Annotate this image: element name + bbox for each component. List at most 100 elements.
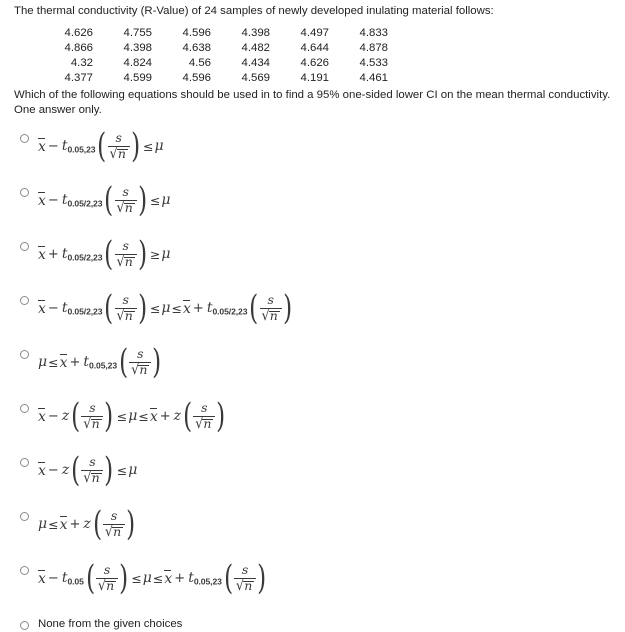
relation-right: ≤ bbox=[152, 570, 164, 586]
relation-left: ≤ bbox=[131, 570, 142, 586]
answer-option-3[interactable]: x + t 0.05/2,23 ( s √ n ) ≥ μ bbox=[0, 236, 625, 290]
table-row: 4.377 4.599 4.596 4.569 4.191 4.461 bbox=[34, 71, 388, 86]
radio-button-icon-9[interactable] bbox=[20, 566, 29, 575]
left-paren: ( bbox=[104, 180, 114, 221]
answer-option-4[interactable]: x − t 0.05/2,23 ( s √ n ) ≤ μ ≤ x + t 0.… bbox=[0, 290, 625, 344]
data-cell: 4.56 bbox=[188, 57, 211, 69]
sqrt-group: √ n bbox=[116, 199, 135, 215]
standard-error-fraction-2: ( s √ n ) bbox=[222, 561, 269, 596]
radicand-n: n bbox=[105, 577, 117, 593]
data-cell: 4.833 bbox=[359, 27, 388, 39]
option-7-formula: x − z ( s √ n ) ≤ μ bbox=[38, 450, 138, 491]
standard-error-fraction: ( s √ n ) bbox=[102, 180, 149, 221]
answer-option-1[interactable]: x − t 0.05,23 ( s √ n ) ≤ μ bbox=[0, 128, 625, 182]
answer-option-6[interactable]: x − z ( s √ n ) ≤ μ ≤ x + z (s √ n) bbox=[0, 398, 625, 452]
radicand-n: n bbox=[202, 415, 214, 431]
answer-option-7[interactable]: x − z ( s √ n ) ≤ μ bbox=[0, 452, 625, 506]
relation: ≤ bbox=[48, 354, 59, 370]
data-cell: 4.191 bbox=[300, 72, 329, 84]
radicand-n: n bbox=[90, 415, 102, 431]
numerator-s: s bbox=[89, 400, 96, 415]
option-9-formula: x − t 0.05 ( s √ n ) ≤ μ ≤ x + t 0.05,23… bbox=[38, 561, 269, 596]
z-statistic: z bbox=[83, 516, 91, 533]
fraction: s √ n bbox=[232, 562, 258, 593]
radicand-n: n bbox=[116, 145, 128, 161]
radio-button-icon-10[interactable] bbox=[20, 621, 29, 630]
standard-error-fraction: ( s √ n ) bbox=[102, 237, 149, 272]
left-paren: ( bbox=[249, 288, 259, 329]
radio-button-icon-4[interactable] bbox=[20, 296, 29, 305]
right-paren: ) bbox=[152, 342, 162, 383]
relation: ≤ bbox=[116, 462, 128, 478]
sqrt-group: √ n bbox=[116, 254, 135, 269]
answer-option-9[interactable]: x − t 0.05 ( s √ n ) ≤ μ ≤ x + t 0.05,23… bbox=[0, 560, 625, 614]
relation: ≤ bbox=[149, 192, 161, 208]
data-cell: 4.626 bbox=[300, 57, 329, 69]
numerator-s: s bbox=[241, 562, 249, 577]
radicand-n: n bbox=[112, 523, 124, 539]
radio-button-icon-5[interactable] bbox=[20, 350, 29, 359]
radio-button-icon-1[interactable] bbox=[20, 134, 29, 143]
data-cell: 4.824 bbox=[123, 57, 152, 69]
radio-button-icon-2[interactable] bbox=[20, 188, 29, 197]
data-cell: 4.638 bbox=[182, 42, 211, 54]
answer-option-2[interactable]: x − t 0.05/2,23 ( s √ n ) ≤ μ bbox=[0, 182, 625, 236]
t-subscript: 0.05,23 bbox=[193, 576, 222, 587]
x-bar-symbol: x bbox=[38, 192, 46, 210]
right-paren: ) bbox=[137, 288, 147, 329]
numerator-s: s bbox=[89, 454, 96, 469]
denominator-sqrt-n: √ n bbox=[262, 307, 280, 323]
radicand-n: n bbox=[123, 199, 135, 215]
sqrt-group: √ n bbox=[83, 470, 102, 485]
denominator-sqrt-n: √ n bbox=[105, 523, 124, 539]
x-bar-symbol: x bbox=[59, 354, 68, 372]
t-statistic: t 0.05,23 bbox=[83, 354, 117, 371]
standard-error-fraction: ( s √ n ) bbox=[69, 450, 116, 491]
relation-right: ≤ bbox=[138, 408, 149, 424]
table-row: 4.626 4.755 4.596 4.398 4.497 4.833 bbox=[34, 26, 388, 41]
right-paren: ) bbox=[104, 450, 114, 491]
data-cell: 4.626 bbox=[64, 27, 93, 39]
radio-button-icon-3[interactable] bbox=[20, 242, 29, 251]
radio-button-icon-6[interactable] bbox=[20, 404, 29, 413]
denominator-sqrt-n: √ n bbox=[131, 362, 150, 377]
mu-symbol: μ bbox=[38, 354, 48, 371]
radicand-n: n bbox=[268, 307, 280, 323]
right-paren: ) bbox=[137, 180, 147, 221]
radio-button-icon-7[interactable] bbox=[20, 458, 29, 467]
relation: ≥ bbox=[149, 246, 161, 262]
data-cell: 4.569 bbox=[241, 72, 270, 84]
relation-left: ≤ bbox=[149, 300, 161, 316]
fraction: s √ n bbox=[79, 400, 105, 431]
data-cell: 4.398 bbox=[123, 42, 152, 54]
operator: − bbox=[47, 300, 59, 316]
operator: − bbox=[47, 408, 59, 424]
sqrt-group: √ n bbox=[236, 578, 255, 593]
fraction: s √ n bbox=[79, 454, 105, 485]
left-paren: ( bbox=[119, 342, 129, 383]
operator-2: + bbox=[159, 408, 171, 424]
data-cell: 4.599 bbox=[123, 72, 152, 84]
x-bar-symbol: x bbox=[38, 570, 46, 588]
data-cell: 4.32 bbox=[70, 57, 93, 69]
mu-symbol: μ bbox=[128, 462, 138, 479]
t-statistic: t 0.05/2,23 bbox=[62, 192, 103, 209]
relation-left: ≤ bbox=[116, 408, 128, 424]
fraction: s √ n bbox=[94, 563, 120, 593]
fraction: s √ n bbox=[113, 293, 139, 323]
t-subscript: 0.05,23 bbox=[67, 144, 96, 155]
standard-error-fraction-2: ( s √ n ) bbox=[181, 399, 228, 434]
operator-2: + bbox=[192, 300, 204, 316]
answer-option-8[interactable]: μ ≤ x + z ( s √ n ) bbox=[0, 506, 625, 560]
answer-option-10[interactable]: None from the given choices bbox=[0, 614, 625, 632]
radio-button-icon-8[interactable] bbox=[20, 512, 29, 521]
answer-option-5[interactable]: μ ≤ x + t 0.05,23 ( s √ n ) bbox=[0, 344, 625, 398]
operator: + bbox=[47, 246, 59, 262]
standard-error-fraction-2: ( s √ n ) bbox=[247, 288, 294, 329]
right-paren: ) bbox=[104, 396, 114, 437]
data-cell: 4.377 bbox=[64, 72, 93, 84]
mu-symbol: μ bbox=[38, 516, 48, 533]
sample-data-table: 4.626 4.755 4.596 4.398 4.497 4.833 4.86… bbox=[34, 26, 388, 86]
mu-symbol: μ bbox=[128, 408, 138, 425]
question-prompt: Which of the following equations should … bbox=[14, 88, 614, 118]
